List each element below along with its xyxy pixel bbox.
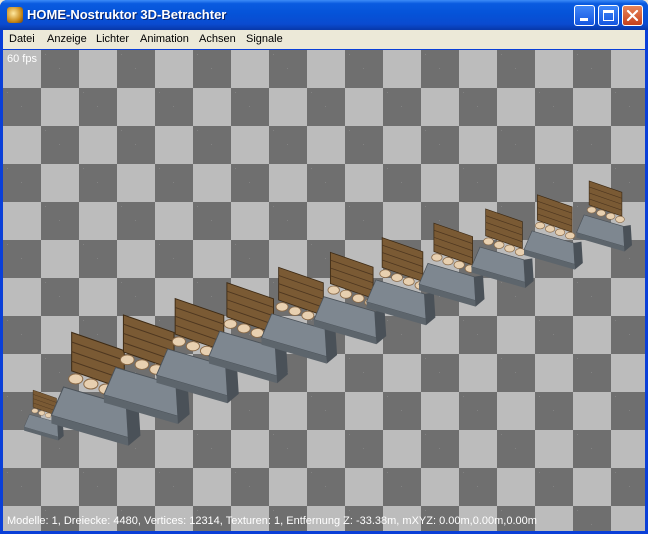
model-segment [576, 180, 632, 252]
status-line: Modelle: 1, Dreiecke: 4480, Vertices: 12… [7, 515, 537, 527]
maximize-button[interactable] [598, 5, 619, 26]
fps-counter: 60 fps [7, 53, 37, 65]
menu-anzeige[interactable]: Anzeige [47, 33, 87, 45]
maximize-icon [603, 10, 614, 21]
window-title: HOME-Nostruktor 3D-Betrachter [27, 7, 227, 22]
menu-lichter[interactable]: Lichter [96, 33, 129, 45]
menu-signale[interactable]: Signale [246, 33, 283, 45]
menu-animation[interactable]: Animation [140, 33, 189, 45]
minimize-button[interactable] [574, 5, 595, 26]
3d-viewport[interactable]: 60 fps Modelle: 1, Dreiecke: 4480, Verti… [3, 50, 645, 531]
app-window: HOME-Nostruktor 3D-Betrachter Datei Anze… [0, 0, 648, 534]
close-button[interactable] [622, 5, 643, 26]
minimize-icon [580, 18, 588, 21]
menu-datei[interactable]: Datei [9, 33, 35, 45]
model-scene [23, 180, 632, 446]
model-segment [523, 194, 583, 270]
menu-achsen[interactable]: Achsen [199, 33, 236, 45]
app-icon[interactable] [7, 7, 23, 23]
title-bar[interactable]: HOME-Nostruktor 3D-Betrachter [0, 0, 648, 30]
menu-bar: Datei Anzeige Lichter Animation Achsen S… [3, 30, 645, 49]
close-icon [626, 9, 639, 22]
